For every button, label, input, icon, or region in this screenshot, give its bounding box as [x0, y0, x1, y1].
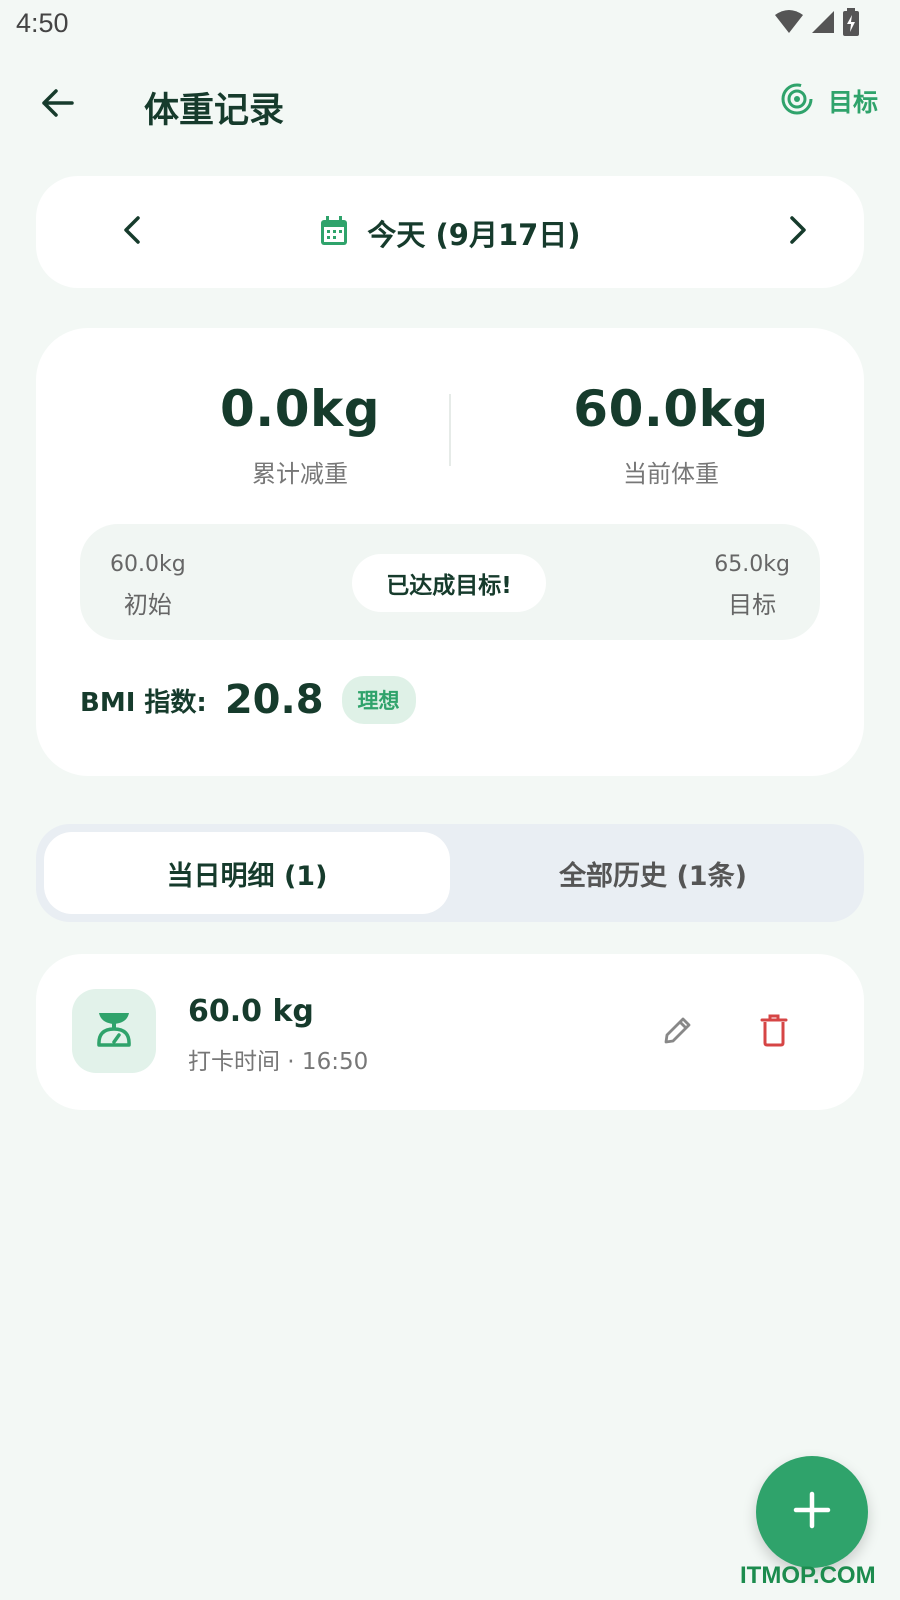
next-day-button[interactable]: [778, 212, 818, 252]
total-lost-stat: 0.0kg 累计减重: [140, 380, 460, 489]
bmi-status-tag: 理想: [341, 676, 416, 724]
pencil-icon: [662, 1014, 694, 1050]
status-icons: [774, 8, 860, 40]
list-item: 60.0 kg 打卡时间 · 16:50: [36, 954, 864, 1110]
start-weight: 60.0kg 初始: [110, 552, 186, 620]
trash-icon: [760, 1013, 788, 1051]
battery-icon: [842, 8, 860, 40]
add-record-button[interactable]: [756, 1456, 868, 1568]
goal-button[interactable]: 目标: [780, 82, 878, 120]
status-time: 4:50: [16, 8, 69, 38]
bmi-value: 20.8: [224, 677, 324, 723]
start-weight-label: 初始: [123, 591, 172, 619]
goal-weight: 65.0kg 目标: [714, 552, 790, 620]
bmi-row: BMI 指数: 20.8 理想: [80, 676, 416, 724]
status-bar: 4:50: [0, 0, 900, 50]
date-label: 今天 (9月17日): [367, 218, 581, 252]
current-weight-stat: 60.0kg 当前体重: [511, 380, 831, 489]
goal-weight-value: 65.0kg: [714, 552, 790, 577]
current-weight-label: 当前体重: [623, 460, 719, 488]
edit-record-button[interactable]: [656, 1010, 700, 1054]
stat-divider: [449, 394, 451, 466]
goal-progress: 60.0kg 初始 已达成目标! 65.0kg 目标: [80, 524, 820, 640]
signal-icon: [810, 9, 836, 39]
bmi-label: BMI 指数:: [80, 687, 207, 718]
date-navigator: 今天 (9月17日): [36, 176, 864, 288]
plus-icon: [792, 1490, 832, 1534]
scale-icon: [94, 1009, 134, 1053]
delete-record-button[interactable]: [752, 1010, 796, 1054]
tab-today-details[interactable]: 当日明细 (1): [44, 832, 450, 914]
app-bar: 体重记录 目标: [0, 60, 900, 150]
record-time: 打卡时间 · 16:50: [188, 1049, 369, 1075]
calendar-icon: [319, 215, 349, 251]
record-weight: 60.0 kg: [188, 994, 314, 1029]
total-lost-value: 0.0kg: [219, 380, 381, 438]
scale-icon-box: [72, 989, 156, 1073]
back-button[interactable]: [32, 80, 82, 130]
watermark: ITMOP.COM: [740, 1562, 876, 1589]
wifi-icon: [774, 9, 804, 39]
total-lost-label: 累计减重: [252, 460, 348, 488]
target-icon: [780, 82, 814, 120]
chevron-right-icon: [788, 215, 808, 249]
start-weight-value: 60.0kg: [110, 552, 186, 577]
date-display[interactable]: 今天 (9月17日): [36, 212, 864, 254]
arrow-left-icon: [40, 88, 74, 122]
page-title: 体重记录: [144, 91, 285, 131]
tab-all-history[interactable]: 全部历史 (1条): [450, 832, 856, 914]
goal-weight-label: 目标: [728, 591, 777, 619]
record-tabs: 当日明细 (1) 全部历史 (1条): [36, 824, 864, 922]
goal-label: 目标: [827, 88, 878, 117]
goal-status-badge: 已达成目标!: [352, 554, 546, 612]
weight-summary-card: 0.0kg 累计减重 60.0kg 当前体重 60.0kg 初始 已达成目标! …: [36, 328, 864, 776]
current-weight-value: 60.0kg: [573, 380, 769, 438]
